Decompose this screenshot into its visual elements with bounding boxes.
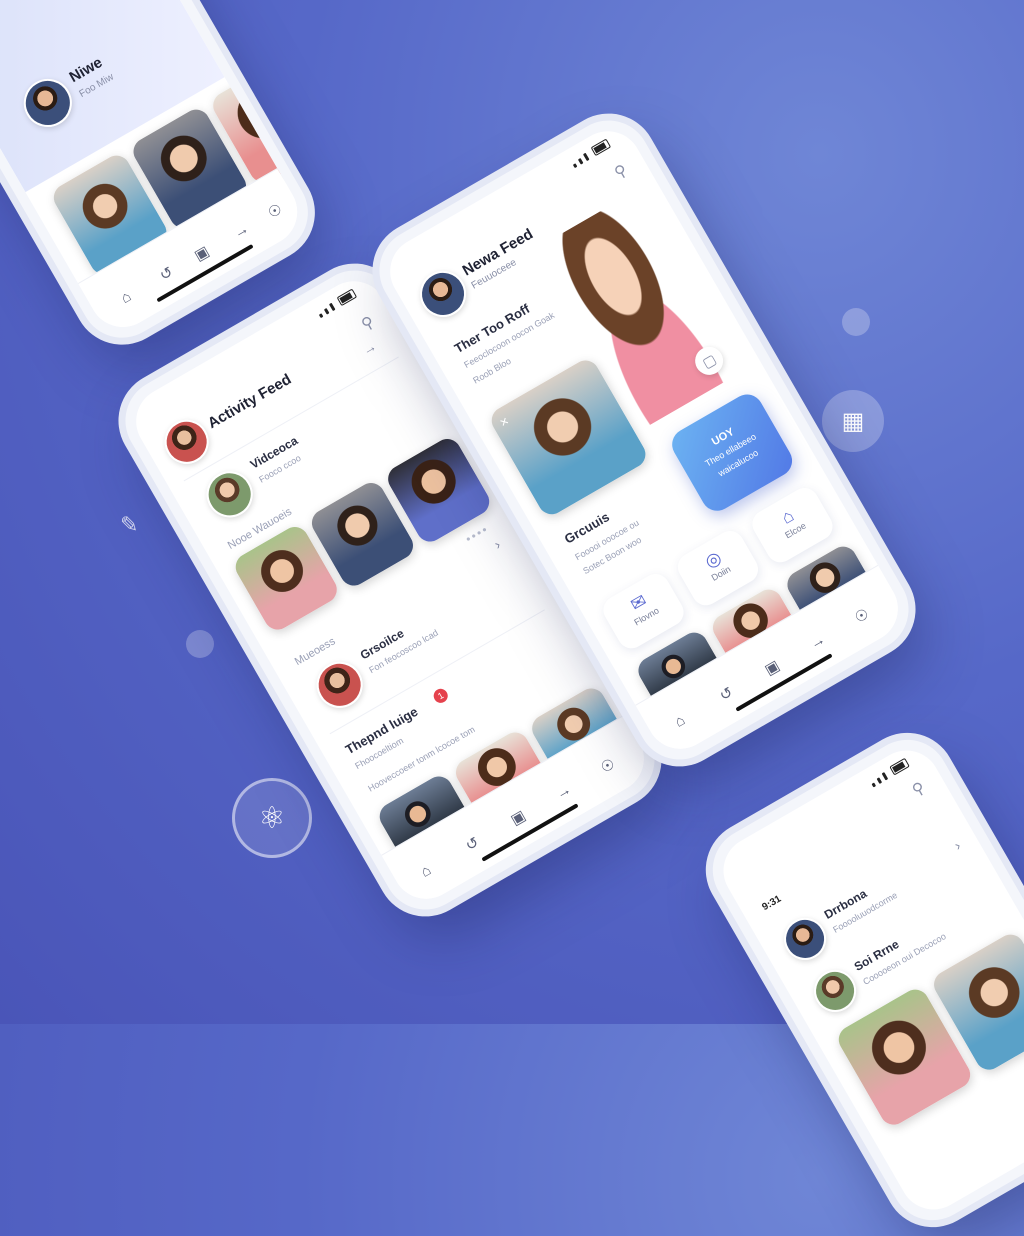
phone-top-left: Niwe Foo Miw ⌂ ↺ ▣ → ☉ [0,0,324,354]
arrow-icon[interactable]: → [230,220,251,242]
home-indicator [735,653,833,712]
screen: 9:31 ⚲ Drrbona Fooooluuodcorme › Soi Rrn… [711,738,1024,1222]
more-dots[interactable]: •••• [463,522,491,547]
profile-icon[interactable]: ☉ [851,605,872,626]
repeat-icon[interactable]: ↺ [156,263,176,285]
search-icon[interactable]: ⚲ [908,778,928,801]
status-bar [868,757,910,788]
share-icon[interactable]: ▣ [761,656,783,679]
home-icon[interactable]: ⌂ [118,288,134,307]
notification-badge: 1 [431,686,451,706]
arrow-icon[interactable]: → [807,631,828,653]
repeat-icon[interactable]: ↺ [716,683,736,705]
status-bar [316,288,358,319]
floating-sticker-icon: ▦ [822,390,884,452]
avatar[interactable] [198,462,262,526]
profile-icon[interactable]: ☉ [597,755,618,776]
chevron-right-icon[interactable]: › [491,536,503,552]
screen: Niwe Foo Miw ⌂ ↺ ▣ → ☉ [0,0,310,340]
repeat-icon[interactable]: ↺ [462,833,482,855]
profile-icon[interactable]: ☉ [265,200,285,222]
floating-dot [842,308,870,336]
home-indicator [481,803,579,862]
status-time: 9:31 [760,893,784,914]
floating-dot-small [186,630,214,658]
avatar[interactable] [806,962,864,1020]
search-icon[interactable]: ⚲ [358,312,378,335]
phone-bottom-right: 9:31 ⚲ Drrbona Fooooluuodcorme › Soi Rrn… [697,724,1024,1236]
promo-card[interactable]: UOY Theo ellabeeo waicalucoo [666,388,798,517]
chevron-right-icon[interactable]: › [951,837,963,853]
floating-chat-icon: ✎ [120,512,139,537]
more-arrow-icon[interactable]: → [359,338,379,359]
share-icon[interactable]: ▣ [191,242,213,265]
search-icon[interactable]: ⚲ [611,160,631,183]
avatar[interactable] [776,910,834,968]
arrow-icon[interactable]: → [553,781,574,803]
home-icon[interactable]: ⌂ [672,712,688,731]
home-icon[interactable]: ⌂ [418,862,434,881]
share-icon[interactable]: ▣ [507,806,529,829]
floating-bell-icon: ⚛ [232,778,312,858]
divider [329,609,545,735]
avatar[interactable] [308,653,372,717]
status-bar [570,138,612,169]
